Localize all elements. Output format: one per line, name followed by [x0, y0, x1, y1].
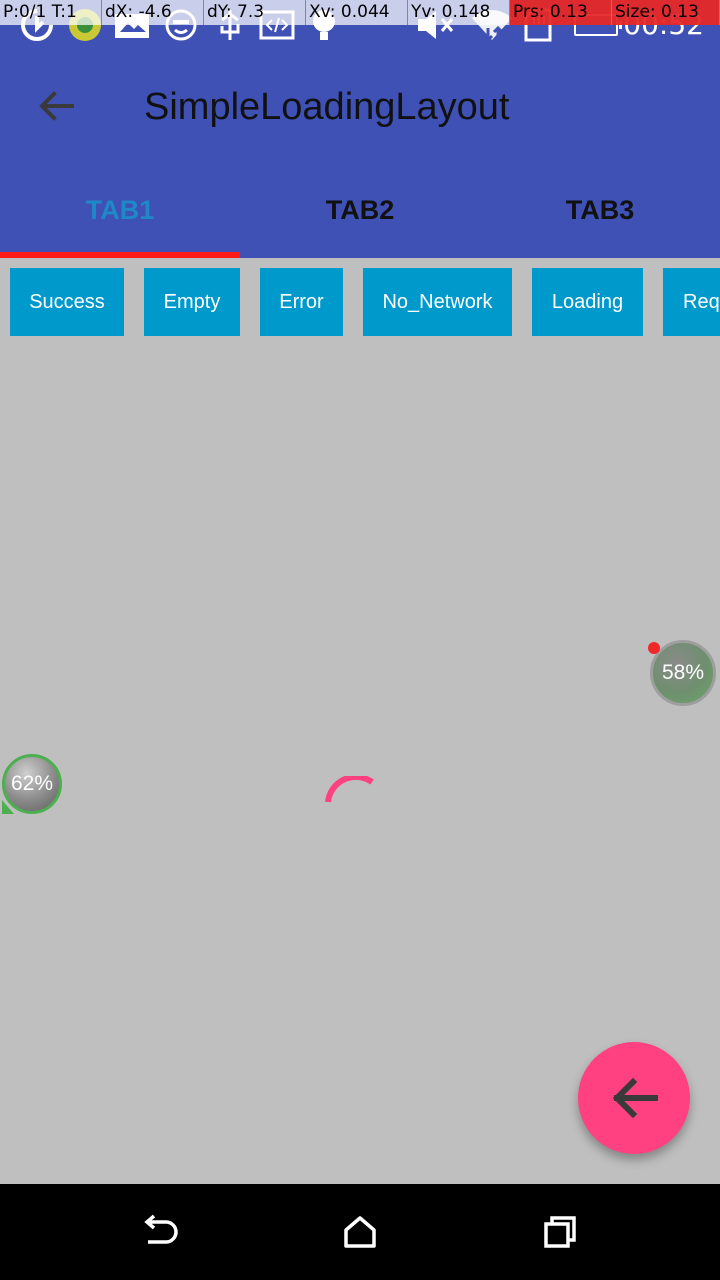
tab-tab1[interactable]: TAB1 — [0, 162, 240, 258]
tab-tab3[interactable]: TAB3 — [480, 162, 720, 258]
overlay-dx: dX: -4.6 — [102, 0, 204, 25]
home-icon — [344, 1216, 376, 1248]
nav-home-button[interactable] — [330, 1208, 390, 1256]
success-button[interactable]: Success — [10, 268, 124, 336]
overlay-pressure: Prs: 0.13 — [510, 0, 612, 25]
tab-tab2[interactable]: TAB2 — [240, 162, 480, 258]
page-title: SimpleLoadingLayout — [144, 86, 510, 128]
notification-dot — [648, 642, 660, 654]
overlay-dy: dY: 7.3 — [204, 0, 306, 25]
tab-bar: TAB1 TAB2 TAB3 — [0, 162, 720, 258]
screen: 00:52 P:0/1 T:1 dX: -4.6 dY: 7.3 Xv: 0.0… — [0, 0, 720, 1280]
overlay-xv: Xv: 0.044 — [306, 0, 408, 25]
nav-back-icon — [144, 1214, 178, 1244]
loading-spinner-icon — [325, 776, 374, 803]
monitor-bubble-58[interactable]: 58% — [650, 640, 716, 706]
nav-back-button[interactable] — [130, 1208, 190, 1256]
fab-back-button[interactable] — [578, 1042, 690, 1154]
error-button[interactable]: Error — [260, 268, 343, 336]
monitor-bubble-62[interactable]: 62% — [2, 754, 62, 814]
arrow-back-icon — [39, 91, 74, 121]
pointer-location-overlay: P:0/1 T:1 dX: -4.6 dY: 7.3 Xv: 0.044 Yv:… — [0, 0, 720, 25]
overlay-yv: Yv: 0.148 — [408, 0, 510, 25]
toolbar-back-button[interactable] — [22, 78, 90, 134]
state-buttons-row: Success Empty Error No_Network Loading R… — [0, 268, 720, 336]
overlay-pointer-count: P:0/1 T:1 — [0, 0, 102, 25]
empty-button[interactable]: Empty — [144, 268, 240, 336]
nav-recents-button[interactable] — [530, 1208, 590, 1256]
overlay-size: Size: 0.13 — [612, 0, 720, 25]
navigation-bar — [0, 1184, 720, 1280]
arrow-back-icon — [612, 1078, 658, 1118]
no-network-button[interactable]: No_Network — [363, 268, 512, 336]
loading-button[interactable]: Loading — [532, 268, 643, 336]
toolbar: SimpleLoadingLayout — [0, 50, 720, 162]
status-bar: 00:52 P:0/1 T:1 dX: -4.6 dY: 7.3 Xv: 0.0… — [0, 0, 720, 50]
recents-icon — [544, 1216, 576, 1248]
tab-indicator — [0, 252, 240, 258]
request-button[interactable]: Requ — [663, 268, 720, 336]
